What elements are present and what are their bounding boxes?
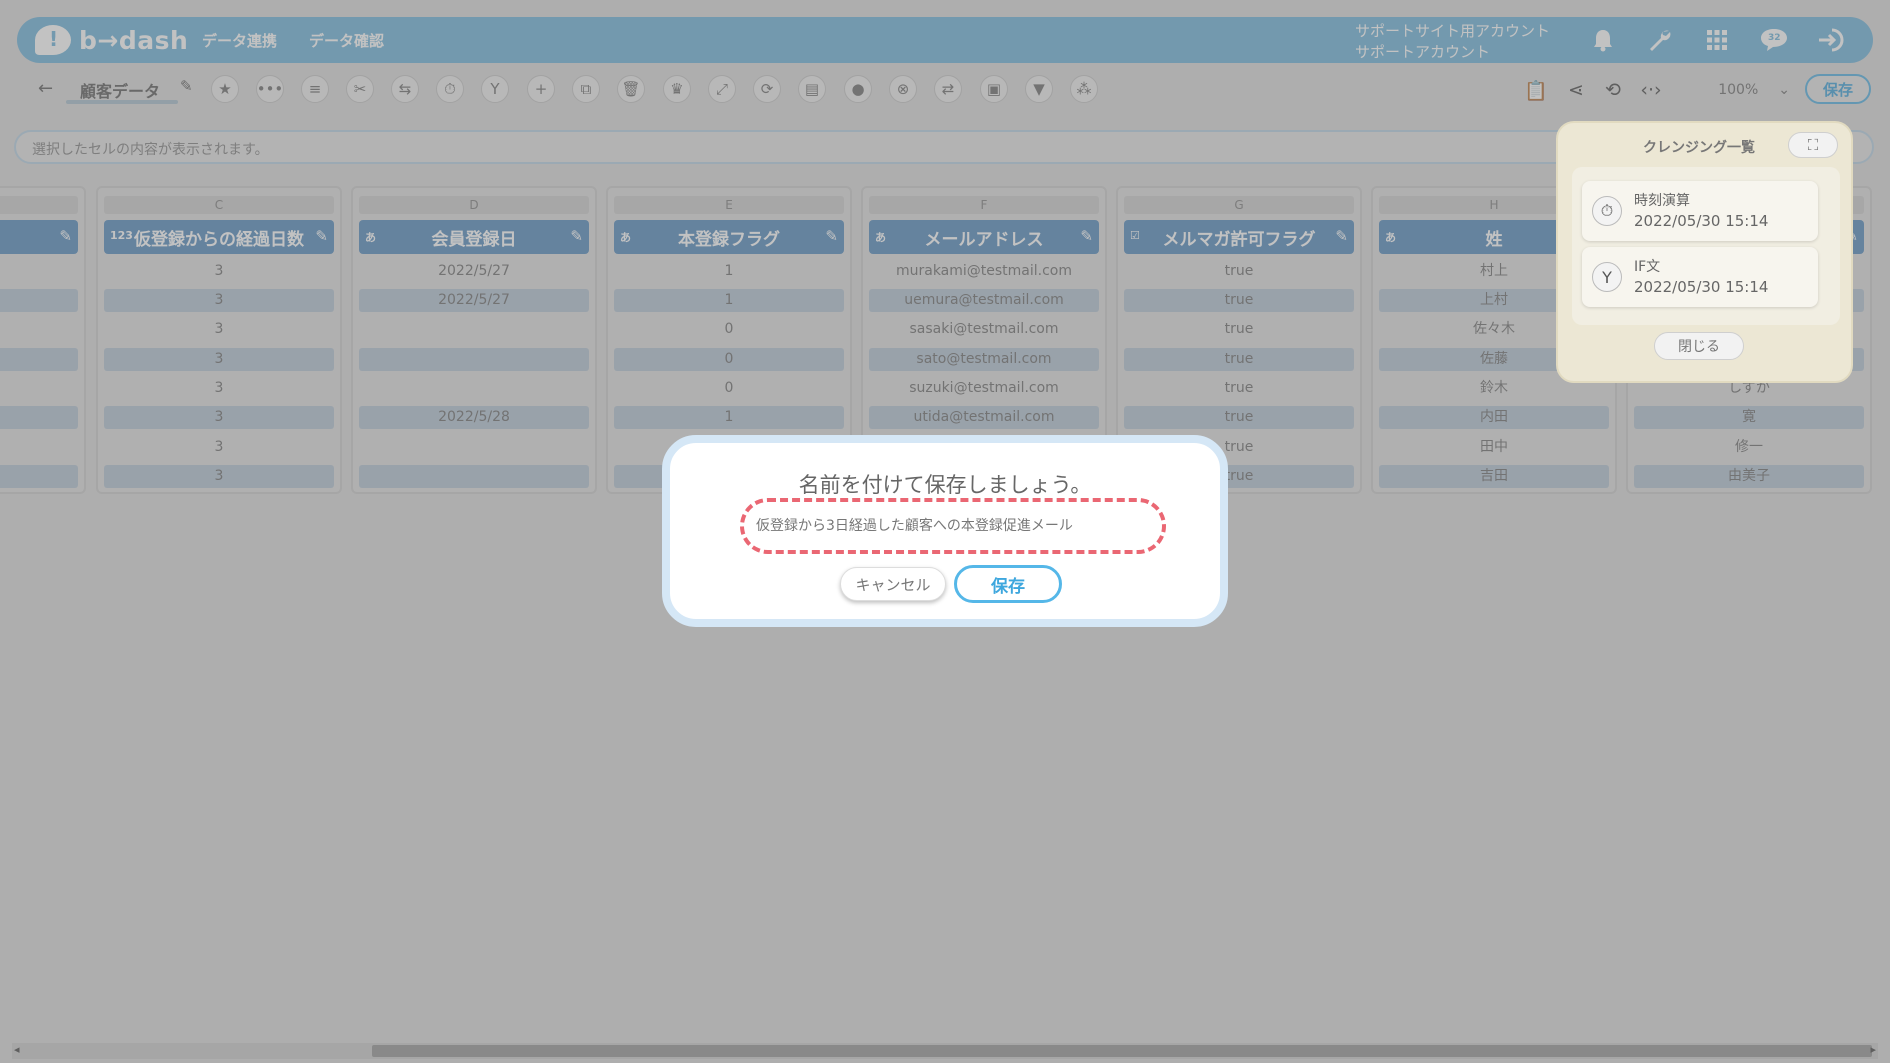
- dialog-save-button[interactable]: 保存: [954, 565, 1062, 603]
- cleansing-name: 時刻演算: [1634, 193, 1690, 209]
- cleansing-time: 2022/05/30 15:14: [1634, 278, 1769, 296]
- cleansing-list: ⏱ 時刻演算 2022/05/30 15:14 Y IF文 2022/05/30…: [1572, 167, 1840, 325]
- cleansing-name: IF文: [1634, 259, 1661, 275]
- save-as-dialog: 名前を付けて保存しましょう。 キャンセル 保存: [662, 435, 1228, 627]
- cleansing-list-panel: クレンジング一覧 ⛶ ⏱ 時刻演算 2022/05/30 15:14 Y IF文…: [1556, 121, 1853, 383]
- stopwatch-icon: ⏱: [1592, 196, 1622, 226]
- cancel-button[interactable]: キャンセル: [840, 567, 946, 601]
- input-highlight-annotation: [740, 498, 1166, 554]
- branch-icon: Y: [1592, 262, 1622, 292]
- dialog-title: 名前を付けて保存しましょう。: [798, 473, 1092, 497]
- list-item[interactable]: Y IF文 2022/05/30 15:14: [1582, 247, 1818, 307]
- close-panel-button[interactable]: 閉じる: [1654, 332, 1744, 360]
- cleansing-time: 2022/05/30 15:14: [1634, 212, 1769, 230]
- expand-panel-icon[interactable]: ⛶: [1788, 132, 1838, 158]
- list-item[interactable]: ⏱ 時刻演算 2022/05/30 15:14: [1582, 181, 1818, 241]
- cleansing-list-title: クレンジング一覧: [1643, 140, 1755, 156]
